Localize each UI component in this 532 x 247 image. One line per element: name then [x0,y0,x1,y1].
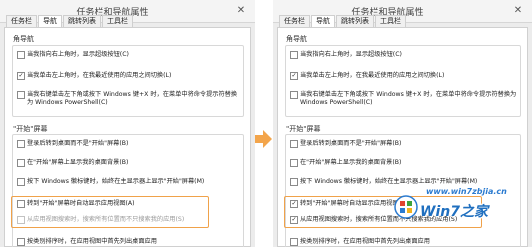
checkbox[interactable] [290,140,298,148]
section-corner-navigation: 角导航 [13,35,34,43]
section-start-screen: "开始"屏幕 [286,125,321,133]
option-windows-key-main-display[interactable]: 按下 Windows 徽标键时，始终在主显示器上显示"开始"屏幕(M) [17,178,242,186]
checkbox[interactable] [290,91,298,99]
watermark: www.win7zbjia.cn Win7之家 [392,187,524,229]
checkbox[interactable]: ✓ [17,72,25,80]
option-powershell[interactable]: 当我右键单击左下角或按下 Windows 键+X 时，在菜单中将命令提示符替换为… [290,91,519,107]
arrow-right-icon [255,130,272,148]
checkbox[interactable] [17,200,25,208]
checkbox[interactable] [17,51,25,59]
dialog-before: 任务栏和导航属性 ✕ 任务栏 导航 跳转列表 工具栏 角导航 当我指向右上角时，… [0,0,255,247]
checkbox[interactable] [290,238,298,246]
option-go-to-desktop[interactable]: 登录后转到桌面而不是"开始"屏幕(B) [17,140,242,148]
option-desktop-background[interactable]: 在"开始"屏幕上显示我的桌面背景(B) [17,159,242,167]
start-screen-group [12,134,244,247]
checkbox[interactable] [17,91,25,99]
checkbox[interactable] [290,51,298,59]
close-icon[interactable]: ✕ [230,3,252,18]
tab-toolbars[interactable]: 工具栏 [375,15,406,27]
option-desktop-background[interactable]: 在"开始"屏幕上显示我的桌面背景(B) [290,159,519,167]
section-corner-navigation: 角导航 [286,35,307,43]
option-switch-recent-apps[interactable]: ✓ 当我单击左上角时，在我最近使用的应用之间切换(L) [17,72,242,80]
option-list-desktop-apps-first[interactable]: 按类别排序时，在应用视图中首先列出桌面应用 [17,238,242,246]
checkbox[interactable] [290,178,298,186]
watermark-url: www.win7zbjia.cn [426,187,507,196]
tab-strip: 任务栏 导航 跳转列表 工具栏 [6,15,134,28]
option-powershell[interactable]: 当我右键单击左下角或按下 Windows 键+X 时，在菜单中将命令提示符替换为… [17,91,242,107]
checkbox[interactable] [17,140,25,148]
option-charms-top-right[interactable]: 当我指向右上角时，显示超级按钮(C) [290,51,519,59]
checkbox[interactable]: ✓ [290,216,298,224]
option-windows-key-main-display[interactable]: 按下 Windows 徽标键时，始终在主显示器上显示"开始"屏幕(M) [290,178,519,186]
tab-jumplists[interactable]: 跳转列表 [63,15,101,27]
checkbox[interactable]: ✓ [290,200,298,208]
checkbox[interactable] [17,159,25,167]
tab-content: 角导航 当我指向右上角时，显示超级按钮(C) ✓ 当我单击左上角时，在我最近使用的… [4,27,251,247]
checkbox[interactable] [17,238,25,246]
option-go-to-desktop[interactable]: 登录后转到桌面而不是"开始"屏幕(B) [290,140,519,148]
checkbox[interactable]: ✓ [290,72,298,80]
option-search-everywhere[interactable]: 从应用视图搜索时，搜索所有位置而不只搜索我的应用(S) [17,216,242,224]
watermark-text: Win7之家 [420,204,488,220]
section-start-screen: "开始"屏幕 [13,125,48,133]
tab-taskbar[interactable]: 任务栏 [6,15,37,27]
tab-jumplists[interactable]: 跳转列表 [336,15,374,27]
option-list-desktop-apps-first[interactable]: 按类别排序时，在应用视图中首先列出桌面应用 [290,238,519,246]
checkbox[interactable] [17,178,25,186]
tab-taskbar[interactable]: 任务栏 [279,15,310,27]
tab-toolbars[interactable]: 工具栏 [102,15,133,27]
tab-strip: 任务栏 导航 跳转列表 工具栏 [279,15,407,28]
checkbox[interactable] [17,216,25,224]
checkbox[interactable] [290,159,298,167]
close-icon[interactable]: ✕ [507,3,529,18]
option-charms-top-right[interactable]: 当我指向右上角时，显示超级按钮(C) [17,51,242,59]
option-switch-recent-apps[interactable]: ✓ 当我单击左上角时，在我最近使用的应用之间切换(L) [290,72,519,80]
option-show-apps-view[interactable]: 转到"开始"屏幕时自动显示应用视图(A) [17,200,242,208]
windows-logo-icon [394,195,418,219]
